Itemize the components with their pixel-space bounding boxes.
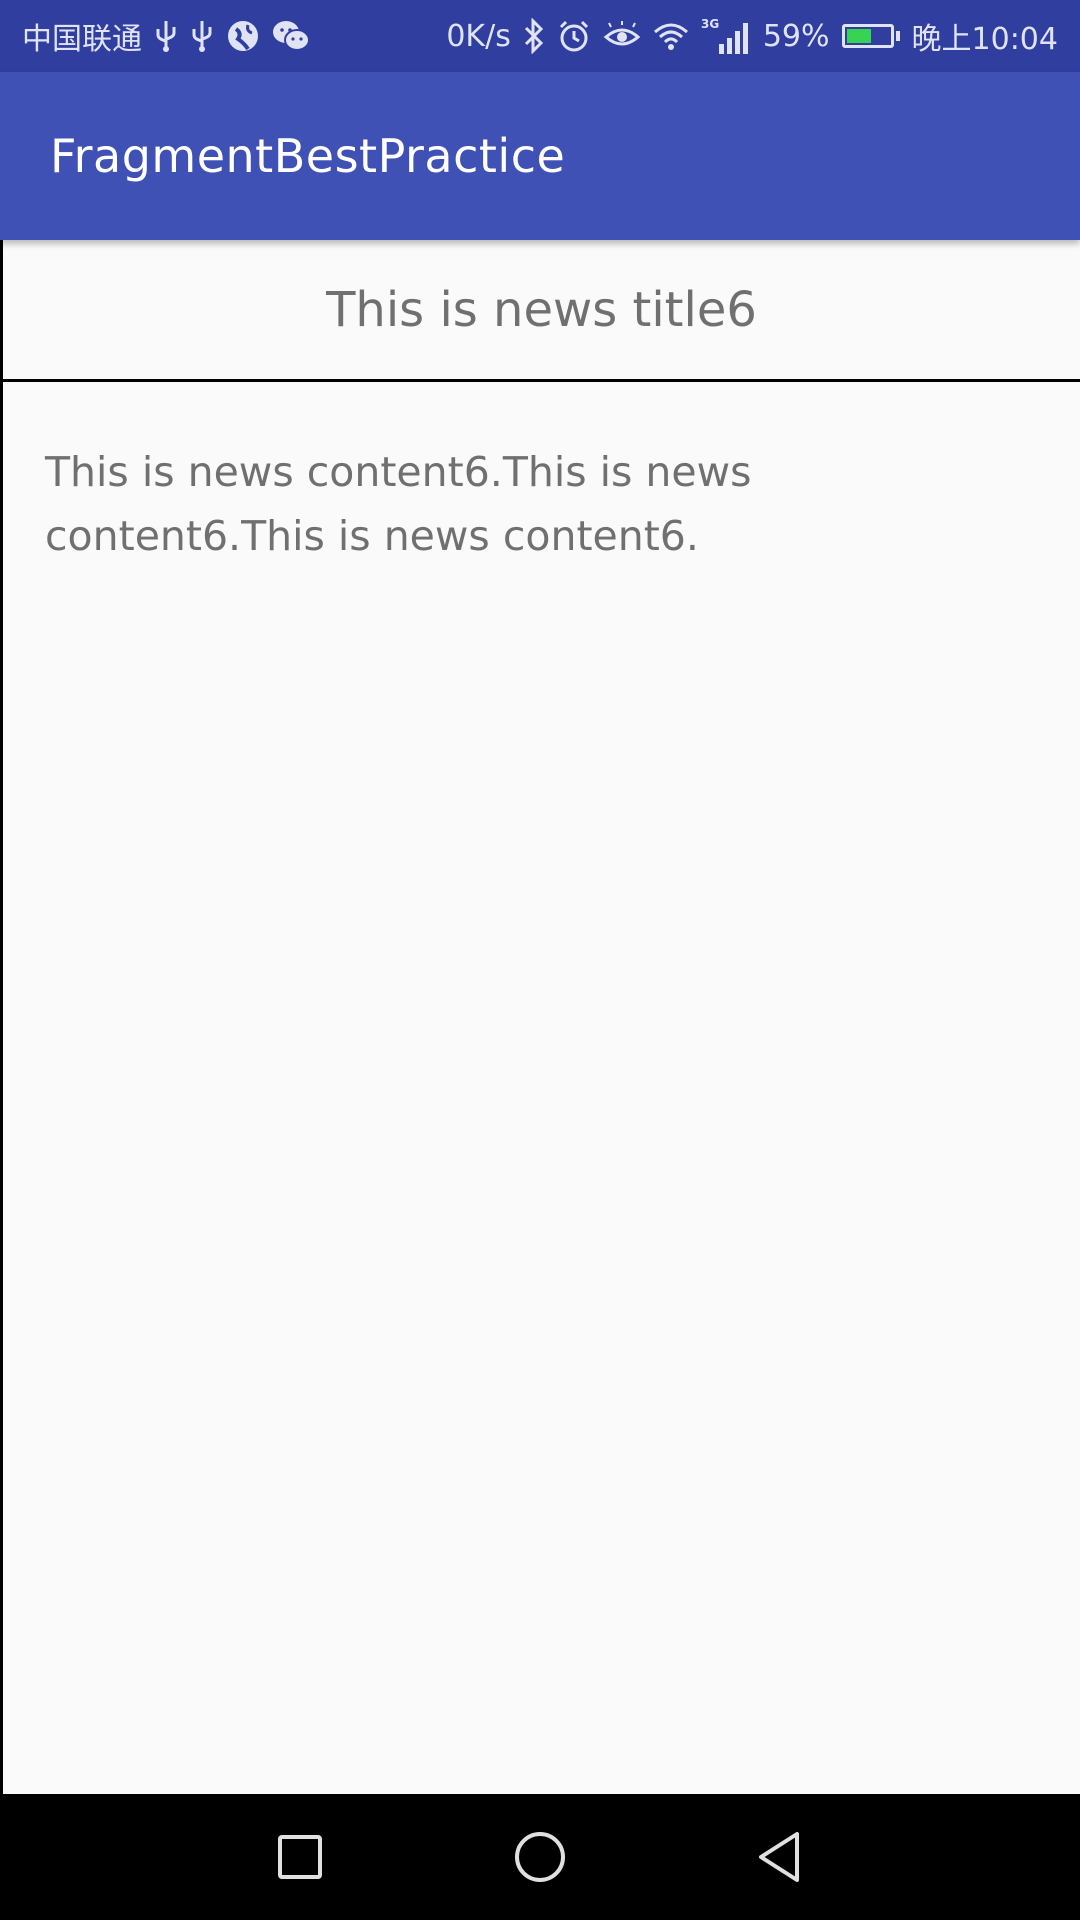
- recents-button[interactable]: [270, 1827, 330, 1887]
- signal-3g-icon: 3G: [701, 16, 751, 56]
- battery-icon: [841, 24, 900, 48]
- clock: 晚上10:04: [911, 22, 1058, 57]
- recents-square-icon: [278, 1835, 322, 1879]
- bluetooth-icon: [523, 16, 545, 56]
- news-content-fragment: This is news title6 This is news content…: [0, 240, 1080, 1794]
- eye-comfort-icon: [603, 16, 641, 56]
- usb-icon: [190, 16, 214, 56]
- battery-body: [841, 24, 894, 48]
- app-title: FragmentBestPractice: [50, 129, 566, 183]
- network-type-label: 3G: [701, 17, 719, 31]
- status-bar-left: 中国联通: [22, 14, 310, 58]
- back-triangle-icon: [759, 1832, 799, 1882]
- navigation-bar: [0, 1794, 1080, 1920]
- screen: 中国联通 0K/s 3G 59% 晚上10:04 FragmentBestPra…: [0, 0, 1080, 1920]
- vpn-globe-icon: [226, 16, 260, 56]
- news-body: This is news content6.This is news conte…: [45, 448, 752, 560]
- alarm-icon: [557, 16, 591, 56]
- battery-tip: [895, 31, 900, 41]
- usb-icon: [154, 16, 178, 56]
- app-bar: FragmentBestPractice: [0, 72, 1080, 240]
- status-bar-right: 0K/s 3G 59% 晚上10:04: [446, 14, 1058, 58]
- status-bar: 中国联通 0K/s 3G 59% 晚上10:04: [0, 0, 1080, 72]
- wechat-icon: [272, 16, 310, 56]
- battery-percent: 59%: [762, 18, 830, 54]
- net-speed: 0K/s: [446, 18, 511, 54]
- news-title: This is news title6: [3, 240, 1080, 382]
- back-button[interactable]: [750, 1827, 810, 1887]
- carrier-name: 中国联通: [22, 22, 142, 57]
- home-circle-icon: [515, 1832, 565, 1882]
- battery-fill: [846, 29, 872, 43]
- wifi-icon: [653, 16, 689, 56]
- home-button[interactable]: [510, 1827, 570, 1887]
